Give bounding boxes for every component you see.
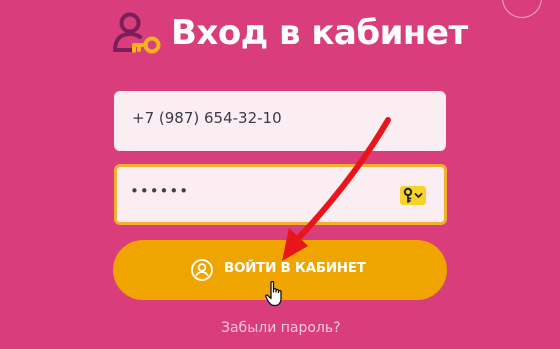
password-input-value: •••••• <box>130 182 190 200</box>
page-header: Вход в кабинет <box>0 0 560 70</box>
phone-input[interactable]: +7 (987) 654-32-10 <box>114 91 446 151</box>
user-key-icon <box>113 12 161 54</box>
password-input[interactable]: •••••• <box>114 164 447 225</box>
key-dropdown-icon[interactable] <box>400 186 426 205</box>
hand-pointer-icon <box>265 280 282 307</box>
login-button-label: ВОЙТИ В КАБИНЕТ <box>224 260 366 276</box>
forgot-password-link[interactable]: Забыли пароль? <box>221 320 341 336</box>
user-circle-icon <box>191 259 213 281</box>
page-title: Вход в кабинет <box>171 13 468 53</box>
phone-input-value: +7 (987) 654-32-10 <box>132 109 282 127</box>
